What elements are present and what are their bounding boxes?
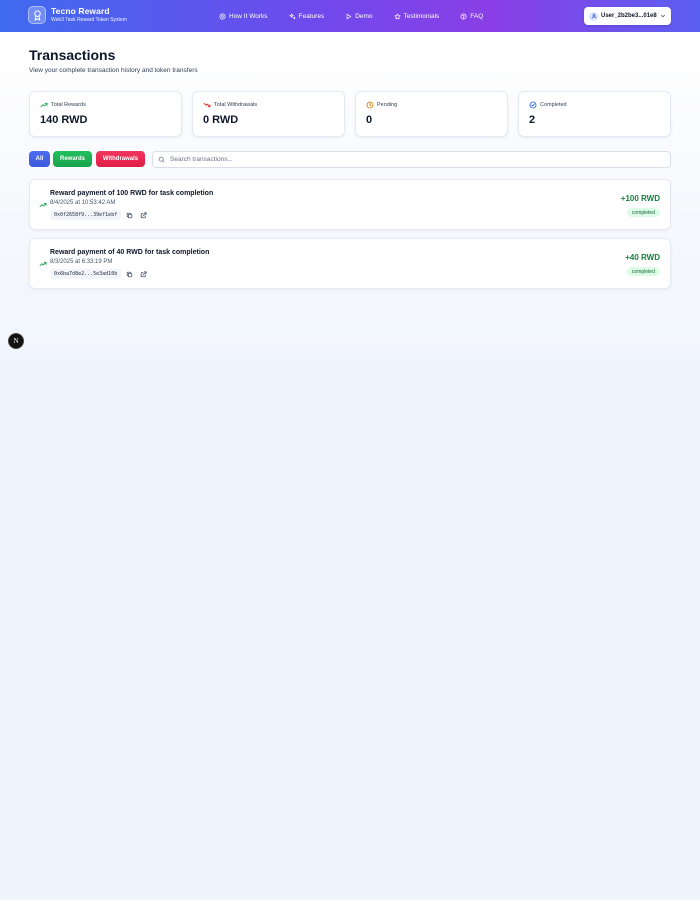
transaction-row[interactable]: Reward payment of 40 RWD for task comple… bbox=[29, 238, 671, 289]
user-icon bbox=[589, 11, 598, 21]
search-box bbox=[152, 151, 671, 168]
globe-icon bbox=[219, 13, 226, 19]
nav-link-label: Features bbox=[298, 12, 325, 20]
dev-tools-badge[interactable]: N bbox=[8, 333, 24, 349]
copy-icon[interactable] bbox=[126, 212, 133, 219]
page-title: Transactions bbox=[29, 47, 116, 63]
nav-links: How It Works Features Demo Testimonials … bbox=[219, 0, 504, 32]
play-icon bbox=[346, 13, 352, 19]
clock-icon bbox=[366, 101, 374, 109]
trending-down-icon bbox=[203, 102, 211, 108]
copy-icon[interactable] bbox=[126, 271, 133, 278]
nav-link-label: How It Works bbox=[229, 12, 268, 20]
stat-value: 0 bbox=[366, 114, 373, 126]
transaction-amount: +100 RWD bbox=[620, 194, 660, 203]
trending-up-icon bbox=[39, 261, 47, 267]
external-link-icon[interactable] bbox=[140, 271, 147, 278]
stat-card-total-withdrawals: Total Withdrawals 0 RWD bbox=[192, 91, 345, 137]
filter-all-button[interactable]: All bbox=[29, 151, 50, 167]
nav-link-label: Testimonials bbox=[403, 12, 440, 20]
award-icon bbox=[28, 6, 46, 24]
transaction-date: 8/3/2025 at 6:33:19 PM bbox=[50, 259, 113, 265]
transaction-hash: 0x0f2658f9...39ef1ebf bbox=[50, 210, 122, 220]
search-input[interactable] bbox=[170, 156, 650, 163]
stat-card-completed: Completed 2 bbox=[518, 91, 671, 137]
stat-card-pending: Pending 0 bbox=[355, 91, 508, 137]
filter-withdrawals-button[interactable]: Withdrawals bbox=[96, 151, 145, 167]
user-name: User_2b2be3...01e8 bbox=[601, 13, 657, 19]
stat-label: Total Rewards bbox=[51, 102, 86, 108]
brand[interactable]: Tecno Reward Web3 Task Reward Token Syst… bbox=[28, 6, 127, 24]
transaction-date: 8/4/2025 at 10:53:42 AM bbox=[50, 200, 116, 206]
filter-rewards-button[interactable]: Rewards bbox=[53, 151, 92, 167]
status-badge: completed bbox=[626, 267, 660, 276]
help-circle-icon bbox=[460, 13, 467, 19]
search-icon bbox=[158, 156, 165, 163]
chevron-down-icon bbox=[660, 14, 665, 18]
brand-title: Tecno Reward bbox=[51, 6, 110, 17]
status-badge: completed bbox=[626, 208, 660, 217]
nav-link-how-it-works[interactable]: How It Works bbox=[219, 13, 268, 20]
page-subtitle: View your complete transaction history a… bbox=[29, 67, 198, 74]
stat-card-total-rewards: Total Rewards 140 RWD bbox=[29, 91, 182, 137]
nav-link-label: FAQ bbox=[470, 12, 484, 20]
star-icon bbox=[394, 13, 401, 19]
transaction-amount: +40 RWD bbox=[625, 253, 660, 262]
brand-subtitle: Web3 Task Reward Token System bbox=[51, 16, 127, 23]
stat-label: Completed bbox=[540, 102, 567, 108]
nav-link-features[interactable]: Features bbox=[289, 12, 325, 20]
external-link-icon[interactable] bbox=[140, 212, 147, 219]
transaction-description: Reward payment of 100 RWD for task compl… bbox=[50, 190, 214, 197]
nav-link-testimonials[interactable]: Testimonials bbox=[394, 12, 440, 20]
user-menu-button[interactable]: User_2b2be3...01e8 bbox=[584, 7, 671, 25]
stat-value: 2 bbox=[529, 114, 536, 126]
stat-label: Total Withdrawals bbox=[214, 102, 258, 108]
transaction-hash: 0x6ba7d8e2...5e3ad10b bbox=[50, 269, 122, 279]
trending-up-icon bbox=[40, 102, 48, 108]
check-circle-icon bbox=[529, 101, 537, 109]
nav-link-faq[interactable]: FAQ bbox=[460, 13, 483, 20]
trending-up-icon bbox=[39, 202, 47, 208]
transaction-row[interactable]: Reward payment of 100 RWD for task compl… bbox=[29, 179, 671, 230]
top-navbar: Tecno Reward Web3 Task Reward Token Syst… bbox=[0, 0, 700, 32]
nav-link-label: Demo bbox=[355, 12, 373, 20]
sparkles-icon bbox=[289, 13, 296, 19]
stat-label: Pending bbox=[377, 102, 398, 108]
transaction-description: Reward payment of 40 RWD for task comple… bbox=[50, 249, 210, 256]
nav-link-demo[interactable]: Demo bbox=[345, 12, 373, 20]
stat-value: 140 RWD bbox=[40, 114, 88, 126]
stat-value: 0 RWD bbox=[203, 114, 239, 126]
